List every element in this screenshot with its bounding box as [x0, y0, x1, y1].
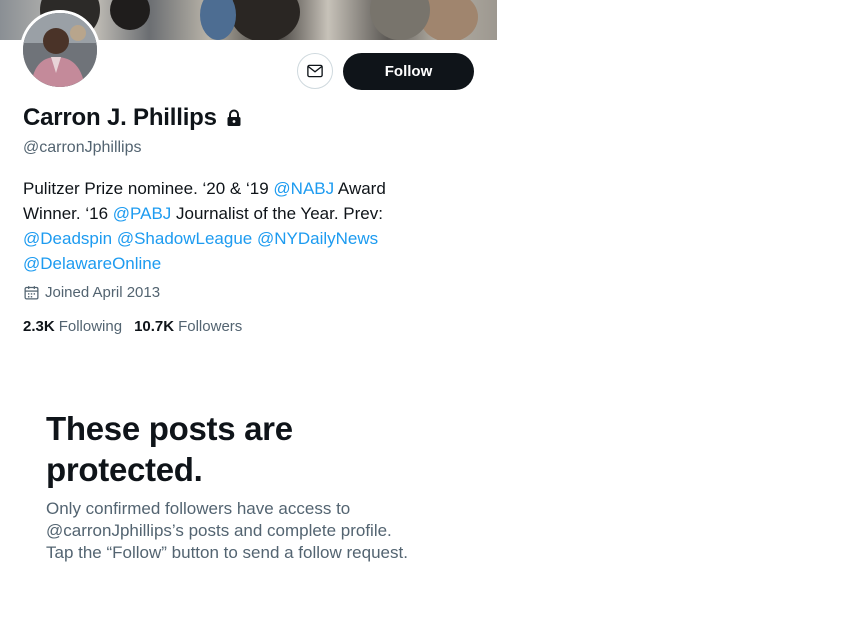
joined-date: Joined April 2013 — [23, 284, 160, 301]
followers-count: 10.7K — [134, 318, 175, 335]
joined-text: Joined April 2013 — [45, 284, 161, 301]
mention-link[interactable]: @ShadowLeague — [117, 229, 252, 248]
bio-text: Journalist of the Year. Prev: — [171, 204, 383, 223]
protected-line: Only confirmed followers have access to — [46, 499, 351, 518]
followers-label: Followers — [178, 318, 243, 335]
bio-text: Winner. ‘16 — [23, 204, 113, 223]
profile-name: Carron J. Phillips — [23, 104, 217, 131]
bio-line: @DelawareOnline — [23, 251, 443, 276]
bio-line: @Deadspin @ShadowLeague @NYDailyNews — [23, 226, 443, 251]
bio-text: Pulitzer Prize nominee. ‘20 & ‘19 — [23, 179, 274, 198]
protected-message: Only confirmed followers have access to … — [46, 498, 466, 564]
mention-link[interactable]: @Deadspin — [23, 229, 112, 248]
follow-stats: 2.3K Following 10.7K Followers — [23, 318, 254, 335]
profile-name-row: Carron J. Phillips — [23, 104, 242, 132]
lock-icon — [226, 109, 242, 127]
profile-avatar[interactable] — [20, 10, 100, 90]
followers-link[interactable]: 10.7K Followers — [134, 318, 242, 335]
envelope-icon — [307, 64, 323, 78]
profile-bio: Pulitzer Prize nominee. ‘20 & ‘19 @NABJ … — [23, 176, 443, 276]
protected-line: Tap the “Follow” button to send a follow… — [46, 543, 408, 562]
avatar-photo — [23, 13, 97, 87]
following-label: Following — [58, 318, 123, 335]
banner-figure — [230, 0, 300, 40]
profile-handle: @carronJphillips — [23, 139, 142, 156]
bio-line: Winner. ‘16 @PABJ Journalist of the Year… — [23, 201, 443, 226]
bio-text: Award — [334, 179, 386, 198]
calendar-icon — [23, 284, 40, 301]
mention-link[interactable]: @NABJ — [273, 179, 334, 198]
mention-link[interactable]: @PABJ — [113, 204, 172, 223]
following-count: 2.3K — [23, 318, 55, 335]
banner-figure — [110, 0, 150, 30]
mention-link[interactable]: @NYDailyNews — [257, 229, 378, 248]
bio-line: Pulitzer Prize nominee. ‘20 & ‘19 @NABJ … — [23, 176, 443, 201]
follow-button[interactable]: Follow — [343, 53, 474, 90]
message-button[interactable] — [297, 53, 333, 89]
protected-title: These posts are protected. — [46, 410, 293, 488]
following-link[interactable]: 2.3K Following — [23, 318, 122, 335]
mention-link[interactable]: @DelawareOnline — [23, 254, 161, 273]
banner-figure — [200, 0, 236, 40]
protected-line: @carronJphillips’s posts and complete pr… — [46, 521, 392, 540]
banner-figure — [370, 0, 430, 40]
